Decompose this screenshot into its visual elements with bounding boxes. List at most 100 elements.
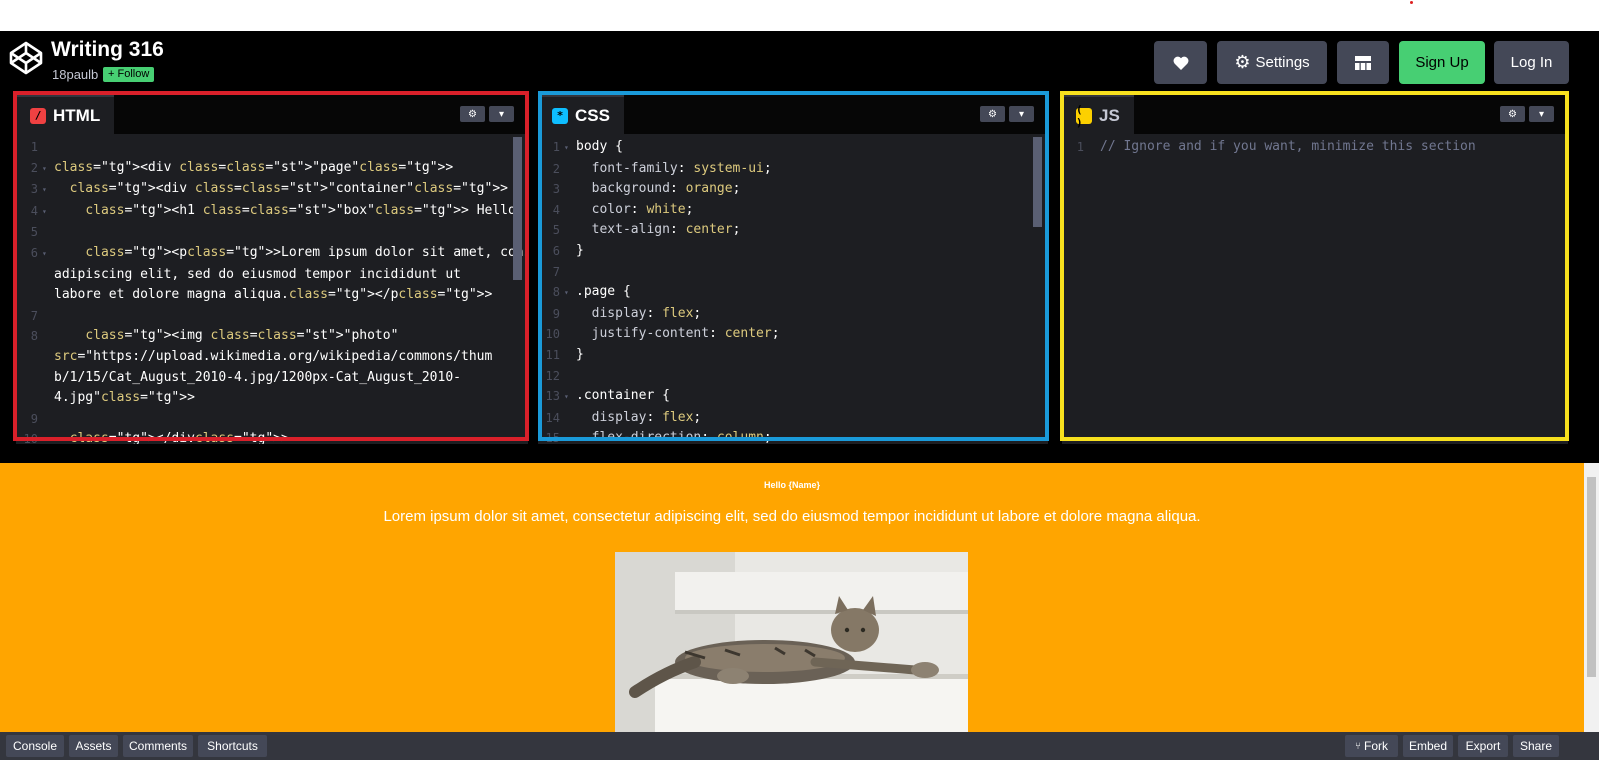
html-settings-gear-icon[interactable]: ⚙ (460, 106, 485, 122)
fold-gutter (1088, 137, 1100, 158)
css-editor[interactable]: * CSS ⚙ ▾ 1 ▾ body {2 font-family: system-… (538, 94, 1048, 444)
love-button[interactable] (1154, 41, 1207, 84)
css-code-line[interactable]: 11} (538, 345, 1048, 366)
fork-label: Fork (1364, 739, 1388, 753)
html-code-line[interactable]: b/1/15/Cat_August_2010-4.jpg/1200px-Cat_… (16, 368, 528, 389)
line-number (16, 265, 42, 286)
follow-button[interactable]: + Follow (103, 67, 155, 82)
login-button[interactable]: Log In (1494, 41, 1569, 84)
js-editor[interactable]: ( ) JS ⚙ ▾ 1 // Ignore and if you want, m… (1062, 94, 1568, 444)
tab-js[interactable]: ( ) JS (1062, 94, 1134, 134)
line-number: 5 (552, 223, 560, 238)
code-text: // Ignore and if you want, minimize this… (1100, 139, 1476, 154)
js-code[interactable]: 1 // Ignore and if you want, minimize thi… (1062, 137, 1568, 444)
share-button[interactable]: Share (1513, 735, 1559, 757)
js-collapse-chevron-down-icon[interactable]: ▾ (1529, 106, 1554, 122)
html-code-line[interactable]: 5 (16, 222, 528, 243)
tab-css[interactable]: * CSS (538, 94, 624, 134)
css-code-line[interactable]: 14 display: flex; (538, 408, 1048, 429)
fold-gutter (42, 137, 54, 158)
html-code-line[interactable]: 4 ▾ class="tg"><h1 class=class="st">"box"… (16, 201, 528, 223)
cat-photo (615, 552, 968, 732)
html-code-line[interactable]: 8 class="tg"><img class=class="st">"phot… (16, 326, 528, 347)
css-code-line[interactable]: 10 justify-content: center; (538, 324, 1048, 345)
assets-button[interactable]: Assets (69, 735, 118, 757)
fold-arrow-icon[interactable]: ▾ (42, 243, 54, 265)
html-code-line[interactable]: 10 class="tg"></divclass="tg">> (16, 429, 528, 444)
settings-button[interactable]: ⚙ Settings (1217, 41, 1327, 84)
comments-button[interactable]: Comments (123, 735, 193, 757)
css-code-line[interactable]: 4 color: white; (538, 200, 1048, 221)
html-editor[interactable]: / HTML ⚙ ▾ 1 2 ▾ class="tg"><div class=clas… (16, 94, 528, 444)
css-code-line[interactable]: 1 ▾ body { (538, 137, 1048, 159)
code-text: } (576, 346, 584, 362)
result-preview[interactable]: Hello {Name} Lorem ipsum dolor sit amet,… (0, 463, 1599, 732)
html-code-line[interactable]: 3 ▾ class="tg"><div class=class="st">"con… (16, 179, 528, 201)
html-editor-controls: ⚙ ▾ (460, 106, 514, 122)
signup-button[interactable]: Sign Up (1399, 41, 1485, 84)
css-code-line[interactable]: 12 (538, 366, 1048, 387)
html-code[interactable]: 1 2 ▾ class="tg"><div class=class="st">"pag… (16, 137, 528, 444)
fold-gutter (564, 428, 576, 444)
line-number: 8 (30, 329, 38, 344)
preview-scrollbar[interactable] (1584, 463, 1599, 732)
code-text: } (576, 242, 584, 258)
js-code-line[interactable]: 1 // Ignore and if you want, minimize thi… (1062, 137, 1568, 158)
css-code-line[interactable]: 3 background: orange; (538, 179, 1048, 200)
html-code-line[interactable]: src="https://upload.wikimedia.org/wikipe… (16, 347, 528, 368)
html-collapse-chevron-down-icon[interactable]: ▾ (489, 106, 514, 122)
html-code-line[interactable]: 7 (16, 306, 528, 327)
html-code-line[interactable]: 9 (16, 409, 528, 430)
fold-gutter (42, 326, 54, 347)
fold-arrow-icon[interactable]: ▾ (564, 282, 576, 304)
embed-button[interactable]: Embed (1403, 735, 1453, 757)
console-button[interactable]: Console (6, 735, 64, 757)
html-code-line[interactable]: 2 ▾ class="tg"><div class=class="st">"page… (16, 158, 528, 180)
line-number: 7 (552, 264, 560, 279)
css-code-line[interactable]: 13 ▾ .container { (538, 386, 1048, 408)
css-code-line[interactable]: 7 (538, 262, 1048, 283)
editors-area: / HTML ⚙ ▾ 1 2 ▾ class="tg"><div class=clas… (0, 91, 1599, 463)
css-code-line[interactable]: 15 flex-direction: column; (538, 428, 1048, 444)
change-view-button[interactable] (1337, 41, 1389, 84)
codepen-logo-icon[interactable] (8, 40, 44, 76)
export-button[interactable]: Export (1458, 735, 1508, 757)
code-text: b/1/15/Cat_August_2010-4.jpg/1200px-Cat_… (54, 369, 461, 385)
code-text: display: flex; (591, 409, 702, 425)
fold-arrow-icon[interactable]: ▾ (42, 201, 54, 223)
pen-author[interactable]: 18paulb (52, 67, 98, 82)
css-code-line[interactable]: 2 font-family: system-ui; (538, 159, 1048, 180)
shortcuts-button[interactable]: Shortcuts (198, 735, 267, 757)
code-text: 4.jpg"class="tg">> (54, 390, 195, 406)
code-text: class="tg"><div class=class="st">"contai… (69, 181, 508, 197)
html-scrollbar[interactable] (513, 137, 522, 280)
cursor-dot (1410, 1, 1413, 4)
heart-icon (1173, 56, 1188, 70)
css-code-line[interactable]: 9 display: flex; (538, 304, 1048, 325)
css-scrollbar[interactable] (1033, 137, 1042, 227)
css-code-line[interactable]: 6} (538, 241, 1048, 262)
html-code-line[interactable]: 4.jpg"class="tg">> (16, 388, 528, 409)
fold-arrow-icon[interactable]: ▾ (564, 386, 576, 408)
css-code-line[interactable]: 5 text-align: center; (538, 220, 1048, 241)
html-code-line[interactable]: labore et dolore magna aliqua.class="tg"… (16, 285, 528, 306)
css-settings-gear-icon[interactable]: ⚙ (980, 106, 1005, 122)
code-text: class="tg"></divclass="tg">> (69, 431, 289, 444)
css-code[interactable]: 1 ▾ body {2 font-family: system-ui; 3 backg… (538, 137, 1048, 444)
tab-html[interactable]: / HTML (16, 94, 115, 134)
js-settings-gear-icon[interactable]: ⚙ (1500, 106, 1525, 122)
html-code-line[interactable]: 1 (16, 137, 528, 158)
html-code-line[interactable]: 6 ▾ class="tg"><pclass="tg">>Lorem ipsum … (16, 243, 528, 265)
fold-arrow-icon[interactable]: ▾ (42, 158, 54, 180)
preview-scrollbar-thumb[interactable] (1587, 477, 1596, 677)
css-collapse-chevron-down-icon[interactable]: ▾ (1009, 106, 1034, 122)
line-number (16, 388, 42, 409)
pen-title[interactable]: Writing 316 (51, 38, 164, 62)
fold-arrow-icon[interactable]: ▾ (42, 179, 54, 201)
html-code-line[interactable]: adipiscing elit, sed do eiusmod tempor i… (16, 265, 528, 286)
fork-button[interactable]: ⑂ Fork (1345, 735, 1398, 757)
css-code-line[interactable]: 8 ▾ .page { (538, 282, 1048, 304)
code-text: .page { (576, 284, 631, 300)
fork-icon: ⑂ (1355, 740, 1361, 752)
fold-arrow-icon[interactable]: ▾ (564, 137, 576, 159)
